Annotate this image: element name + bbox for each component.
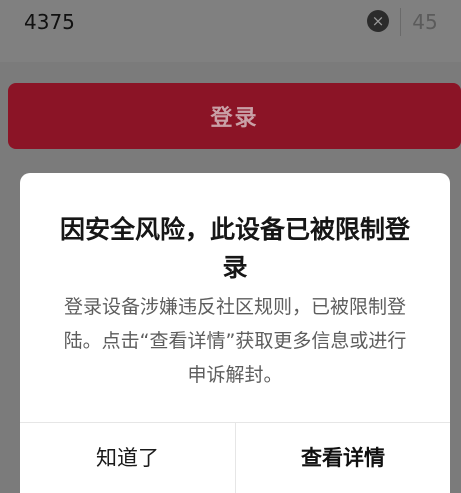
clear-icon[interactable]: × [367, 10, 389, 32]
dialog-title: 因安全风险，此设备已被限制登录 [59, 215, 410, 282]
input-divider [400, 8, 401, 36]
code-input[interactable] [0, 0, 414, 45]
login-button[interactable]: 登录 [8, 83, 461, 149]
dialog-message: 登录设备涉嫌违反社区规则，已被限制登陆。点击“查看详情”获取更多信息或进行申诉解… [63, 296, 407, 386]
dismiss-button[interactable]: 知道了 [20, 423, 235, 493]
input-row: × 45 [0, 0, 461, 62]
view-details-button[interactable]: 查看详情 [236, 423, 450, 493]
security-dialog: 因安全风险，此设备已被限制登录 登录设备涉嫌违反社区规则，已被限制登陆。点击“查… [20, 173, 450, 493]
countdown-timer: 45 [412, 10, 438, 34]
